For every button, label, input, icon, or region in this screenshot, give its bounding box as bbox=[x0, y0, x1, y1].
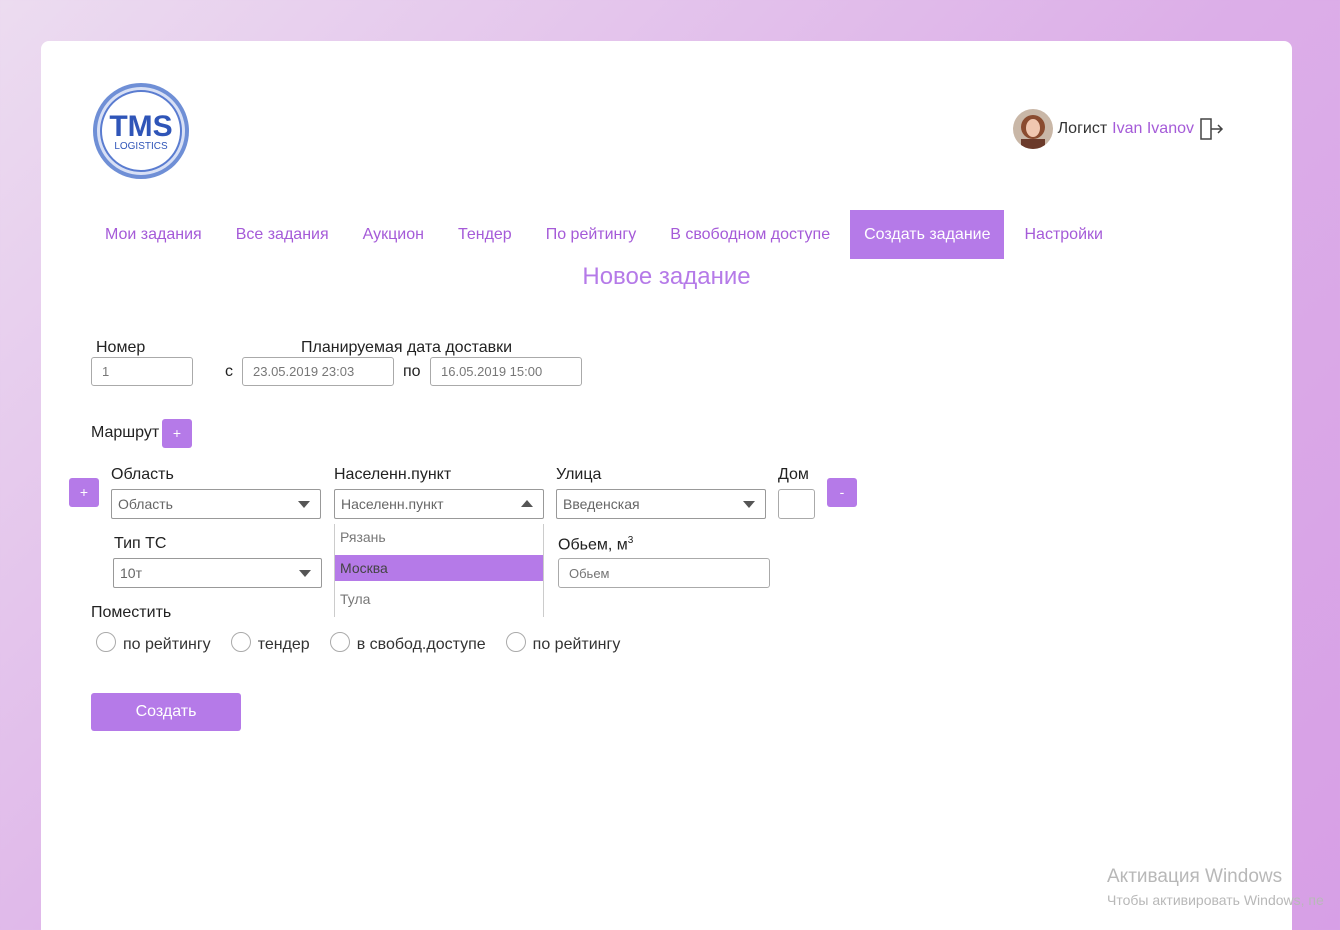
create-button[interactable]: Создать bbox=[91, 693, 241, 731]
radio-label: по рейтингу bbox=[123, 636, 211, 653]
region-label: Область bbox=[111, 466, 174, 483]
vehicle-type-value: 10т bbox=[120, 565, 142, 581]
volume-unit-sup: 3 bbox=[627, 535, 634, 546]
date-from-input[interactable] bbox=[242, 357, 394, 386]
city-select[interactable]: Населенн.пункт bbox=[334, 489, 544, 519]
route-label: Маршрут bbox=[91, 424, 160, 441]
nav-create-task[interactable]: Создать задание bbox=[850, 210, 1005, 259]
volume-label: Обьем, м3 bbox=[558, 535, 633, 554]
city-option-selected[interactable]: Москва bbox=[335, 555, 543, 581]
nav-settings[interactable]: Настройки bbox=[1010, 210, 1116, 259]
radio-by-rating[interactable] bbox=[96, 632, 116, 652]
logo-text: TMS bbox=[109, 110, 172, 143]
delivery-date-label: Планируемая дата доставки bbox=[301, 339, 513, 356]
vehicle-type-select[interactable]: 10т bbox=[113, 558, 322, 588]
number-input[interactable] bbox=[91, 357, 193, 386]
windows-activation-watermark: Активация Windows Чтобы активировать Win… bbox=[1107, 866, 1324, 908]
add-route-button[interactable]: + bbox=[162, 419, 192, 448]
house-input[interactable] bbox=[778, 489, 815, 519]
logo-subtext: LOGISTICS bbox=[114, 141, 168, 152]
user-panel: Логист Ivan Ivanov bbox=[1012, 109, 1224, 149]
house-label: Дом bbox=[778, 466, 809, 483]
volume-label-text: Обьем, м bbox=[558, 536, 628, 554]
chevron-down-icon bbox=[298, 501, 310, 508]
watermark-line-2: Чтобы активировать Windows, пе bbox=[1107, 892, 1324, 908]
chevron-down-icon bbox=[299, 570, 311, 577]
city-label: Населенн.пункт bbox=[334, 466, 452, 483]
avatar[interactable] bbox=[1012, 109, 1053, 149]
nav-all-tasks[interactable]: Все задания bbox=[222, 210, 343, 259]
nav-auction[interactable]: Аукцион bbox=[349, 210, 438, 259]
place-label: Поместить bbox=[91, 604, 172, 621]
street-label: Улица bbox=[556, 466, 602, 483]
logout-icon[interactable] bbox=[1198, 116, 1224, 142]
user-role: Логист bbox=[1057, 120, 1108, 137]
volume-input[interactable] bbox=[558, 558, 770, 588]
nav-my-tasks[interactable]: Мои задания bbox=[91, 210, 216, 259]
street-select[interactable]: Введенская bbox=[556, 489, 766, 519]
city-select-value: Населенн.пункт bbox=[341, 496, 444, 512]
user-name[interactable]: Ivan Ivanov bbox=[1112, 120, 1194, 138]
nav-tender[interactable]: Тендер bbox=[444, 210, 526, 259]
from-label: с bbox=[225, 363, 233, 380]
region-select[interactable]: Область bbox=[111, 489, 321, 519]
vehicle-type-label: Тип ТС bbox=[114, 535, 167, 552]
main-card: TMS LOGISTICS Логист Ivan Ivanov Мои зад… bbox=[41, 41, 1292, 930]
radio-by-rating-2[interactable] bbox=[505, 632, 526, 652]
radio-label: в свобод.доступе bbox=[356, 636, 486, 653]
street-select-value: Введенская bbox=[563, 496, 640, 512]
radio-label: тендер bbox=[257, 636, 310, 653]
radio-label: по рейтингу bbox=[532, 636, 621, 653]
to-label: по bbox=[403, 363, 421, 380]
city-option[interactable]: Рязань bbox=[335, 524, 543, 550]
placement-radio-group: по рейтингу тендер в свобод.доступе по р… bbox=[96, 632, 640, 655]
number-label: Номер bbox=[96, 339, 146, 356]
region-select-value: Область bbox=[118, 496, 173, 512]
chevron-up-icon bbox=[521, 500, 533, 507]
tms-logo: TMS LOGISTICS bbox=[93, 83, 189, 179]
chevron-down-icon bbox=[743, 501, 755, 508]
radio-tender[interactable] bbox=[230, 632, 251, 652]
radio-public[interactable] bbox=[329, 632, 350, 652]
city-option[interactable]: Тула bbox=[335, 586, 543, 612]
date-to-input[interactable] bbox=[430, 357, 582, 386]
page-title: Новое задание bbox=[582, 263, 751, 290]
main-nav: Мои задания Все задания Аукцион Тендер П… bbox=[91, 210, 1123, 259]
watermark-line-1: Активация Windows bbox=[1107, 866, 1283, 887]
add-point-button[interactable]: + bbox=[69, 478, 99, 507]
remove-point-button[interactable]: - bbox=[827, 478, 857, 507]
city-dropdown-list: Рязань Москва Тула bbox=[334, 524, 544, 617]
nav-public[interactable]: В свободном доступе bbox=[656, 210, 844, 259]
nav-by-rating[interactable]: По рейтингу bbox=[532, 210, 651, 259]
